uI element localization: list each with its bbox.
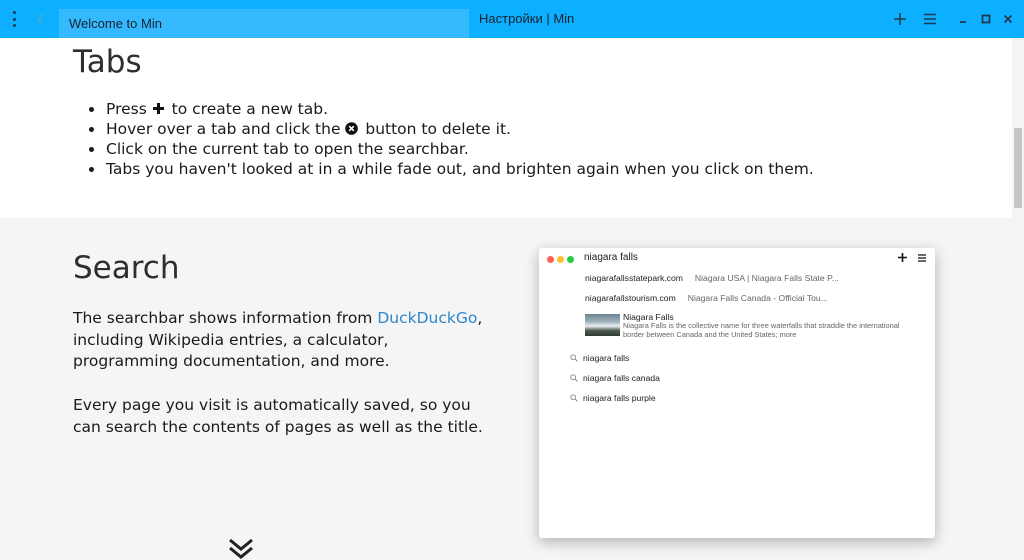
scrollbar-track[interactable]: [1012, 38, 1024, 560]
list-item: Press to create a new tab.: [89, 99, 986, 119]
search-icon: [570, 374, 578, 382]
title-bar: Welcome to Min Настройки | Min: [0, 0, 1024, 38]
history-description: Every page you visit is automatically sa…: [73, 396, 483, 436]
green-dot-icon: [567, 256, 574, 263]
close-icon[interactable]: [1000, 11, 1016, 27]
list-item: Click on the current tab to open the sea…: [89, 139, 986, 159]
duckduckgo-link[interactable]: DuckDuckGo: [377, 309, 477, 327]
hamburger-icon: [918, 254, 926, 262]
preview-result: niagarafallsstatepark.com Niagara USA | N…: [585, 273, 839, 283]
search-icon: [570, 354, 578, 362]
preview-result: niagarafallstourism.com Niagara Falls Can…: [585, 293, 828, 303]
preview-query: niagara falls: [584, 252, 638, 263]
waterfall-thumbnail: [585, 314, 620, 336]
hamburger-icon[interactable]: [922, 11, 938, 27]
close-circle-icon: [345, 122, 359, 135]
tabs-heading: Tabs: [73, 44, 142, 80]
scrollbar-thumb[interactable]: [1014, 128, 1022, 208]
plus-icon: [898, 253, 907, 262]
search-icon: [570, 394, 578, 402]
preview-suggestion: niagara falls canada: [570, 373, 660, 383]
yellow-dot-icon: [557, 256, 564, 263]
tips-list: Press to create a new tab. Hover over a …: [89, 99, 986, 179]
tabs-section: Tabs Press to create a new tab. Hover ov…: [0, 38, 1012, 218]
vertical-dots-icon[interactable]: [8, 11, 20, 27]
preview-suggestion: niagara falls: [570, 353, 629, 363]
searchbar-preview: niagara falls niagarafallsstatepark.com N…: [539, 248, 935, 538]
red-dot-icon: [547, 256, 554, 263]
double-chevron-down-icon[interactable]: [227, 536, 255, 560]
search-description: The searchbar shows information from Duc…: [73, 309, 483, 370]
tab-welcome[interactable]: Welcome to Min: [59, 9, 469, 38]
tab-settings[interactable]: Настройки | Min: [469, 0, 869, 38]
list-item: Tabs you haven't looked at in a while fa…: [89, 159, 986, 179]
plus-icon: [152, 103, 164, 114]
search-heading: Search: [73, 250, 180, 286]
wiki-description: Niagara Falls is the collective name for…: [623, 321, 900, 339]
preview-suggestion: niagara falls purple: [570, 393, 656, 403]
minimize-icon[interactable]: [955, 11, 971, 27]
chevron-left-icon[interactable]: [34, 12, 48, 26]
search-section: Search The searchbar shows information f…: [0, 218, 1012, 560]
plus-icon[interactable]: [892, 11, 908, 27]
maximize-icon[interactable]: [978, 11, 994, 27]
list-item: Hover over a tab and click the button to…: [89, 119, 986, 139]
